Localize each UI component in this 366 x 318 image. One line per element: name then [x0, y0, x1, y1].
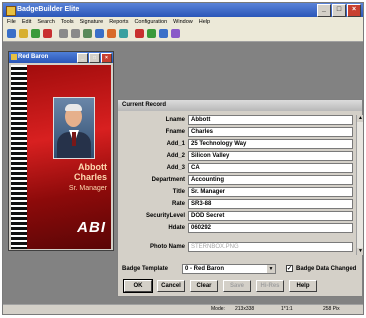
field-label: Title	[172, 189, 185, 195]
title-bar: BadgeBuilder Elite _ □ ×	[3, 3, 363, 17]
field-label: Department	[151, 177, 185, 183]
print-icon[interactable]	[43, 29, 52, 38]
badge-minimize-button[interactable]: _	[77, 53, 88, 63]
badge-preview-window: Red Baron _ □ × Abbott Charles Sr. Manag…	[8, 51, 114, 251]
title-field[interactable]: Sr. Manager	[188, 187, 353, 197]
field-label: Add_3	[166, 165, 185, 171]
toolbar	[3, 27, 363, 42]
badge-first-name: Abbott	[78, 162, 107, 172]
new-icon[interactable]	[7, 29, 16, 38]
status-page: 1*1:1	[281, 306, 293, 312]
clear-button[interactable]: Clear	[190, 280, 218, 292]
hi-res-button[interactable]: Hi-Res	[256, 280, 284, 292]
record-window-title: Current Record	[118, 100, 362, 111]
scanner-icon[interactable]	[107, 29, 116, 38]
scroll-down-icon[interactable]: ▼	[357, 248, 363, 255]
cut-icon[interactable]	[59, 29, 68, 38]
badge-photo	[53, 97, 95, 159]
menu-configuration[interactable]: Configuration	[134, 17, 167, 27]
app-title: BadgeBuilder Elite	[17, 6, 80, 13]
workspace: Red Baron _ □ × Abbott Charles Sr. Manag…	[3, 42, 363, 305]
field-label: Fname	[165, 129, 185, 135]
ok-button[interactable]: OK	[123, 279, 153, 293]
status-mode: Mode:	[211, 306, 225, 312]
badge-icon[interactable]	[135, 29, 144, 38]
signature-icon[interactable]	[119, 29, 128, 38]
hdate-field[interactable]: 060292	[188, 223, 353, 233]
badge-close-button[interactable]: ×	[101, 53, 112, 63]
app-icon	[6, 6, 16, 16]
paste-icon[interactable]	[83, 29, 92, 38]
menu-signature[interactable]: Signature	[80, 17, 104, 27]
field-label: SecurityLevel	[145, 213, 185, 219]
menu-search[interactable]: Search	[37, 17, 54, 27]
status-zoom: 258 Pix	[323, 306, 340, 312]
menu-file[interactable]: File	[7, 17, 16, 27]
maximize-button[interactable]: □	[332, 4, 346, 17]
badge-maximize-button[interactable]: □	[89, 53, 100, 63]
current-record-window: Current Record Lname Abbott Fname Charle…	[117, 99, 363, 297]
badge-data-changed-label: Badge Data Changed	[296, 266, 357, 272]
badge-data-changed-checkbox[interactable]: ✓	[286, 265, 293, 272]
field-label: Lname	[165, 117, 185, 123]
open-icon[interactable]	[19, 29, 28, 38]
search-icon[interactable]	[159, 29, 168, 38]
badge-window-title: Red Baron	[18, 54, 49, 60]
security-level-field[interactable]: DOD Secret	[188, 211, 353, 221]
cancel-button[interactable]: Cancel	[157, 280, 185, 292]
menu-reports[interactable]: Reports	[109, 17, 128, 27]
close-button[interactable]: ×	[347, 4, 361, 17]
fname-field[interactable]: Charles	[188, 127, 353, 137]
field-label: Photo Name	[149, 244, 185, 250]
lname-field[interactable]: Abbott	[188, 115, 353, 125]
report-icon[interactable]	[147, 29, 156, 38]
help-button[interactable]: Help	[289, 280, 317, 292]
menu-edit[interactable]: Edit	[22, 17, 31, 27]
menu-help[interactable]: Help	[199, 17, 210, 27]
add3-field[interactable]: CA	[188, 163, 353, 173]
badge-title: Sr. Manager	[68, 185, 107, 192]
rate-field[interactable]: SR3-88	[188, 199, 353, 209]
chevron-down-icon[interactable]: ▼	[267, 265, 275, 273]
add2-field[interactable]: Silicon Valley	[188, 151, 353, 161]
status-bar: Mode: 213x338 1*1:1 258 Pix	[3, 304, 363, 314]
field-label: Hdate	[168, 225, 185, 231]
badge-template-label: Badge Template	[122, 266, 168, 272]
menu-window[interactable]: Window	[173, 17, 193, 27]
badge-barcode-stripe	[11, 65, 27, 249]
save-button[interactable]: Save	[223, 280, 251, 292]
photo-name-field[interactable]: STERNBOX.PNG	[188, 242, 353, 252]
badge-logo: ABI	[77, 219, 106, 236]
copy-icon[interactable]	[71, 29, 80, 38]
record-scrollbar[interactable]: ▲ ▼	[356, 115, 363, 255]
save-icon[interactable]	[31, 29, 40, 38]
menu-bar: File Edit Search Tools Signature Reports…	[3, 17, 363, 27]
help-icon[interactable]	[171, 29, 180, 38]
badge-template-select[interactable]: 0 - Red Baron ▼	[182, 264, 276, 274]
menu-tools[interactable]: Tools	[61, 17, 74, 27]
badge-window-icon	[11, 54, 17, 60]
app-window: BadgeBuilder Elite _ □ × File Edit Searc…	[2, 2, 364, 315]
camera-icon[interactable]	[95, 29, 104, 38]
field-label: Add_2	[166, 153, 185, 159]
template-row: Badge Template 0 - Red Baron ▼ ✓ Badge D…	[118, 263, 363, 275]
badge-card: Abbott Charles Sr. Manager ABI	[11, 65, 111, 249]
department-field[interactable]: Accounting	[188, 175, 353, 185]
badge-template-value: 0 - Red Baron	[185, 266, 225, 272]
add1-field[interactable]: 25 Technology Way	[188, 139, 353, 149]
field-label: Add_1	[166, 141, 185, 147]
scroll-up-icon[interactable]: ▲	[357, 115, 363, 122]
field-label: Rate	[171, 201, 185, 207]
badge-last-name: Charles	[73, 172, 107, 182]
status-size: 213x338	[235, 306, 255, 312]
button-row: OK Cancel Clear Save Hi-Res Help	[123, 279, 317, 293]
badge-window-titlebar: Red Baron _ □ ×	[9, 52, 113, 63]
minimize-button[interactable]: _	[317, 4, 331, 17]
